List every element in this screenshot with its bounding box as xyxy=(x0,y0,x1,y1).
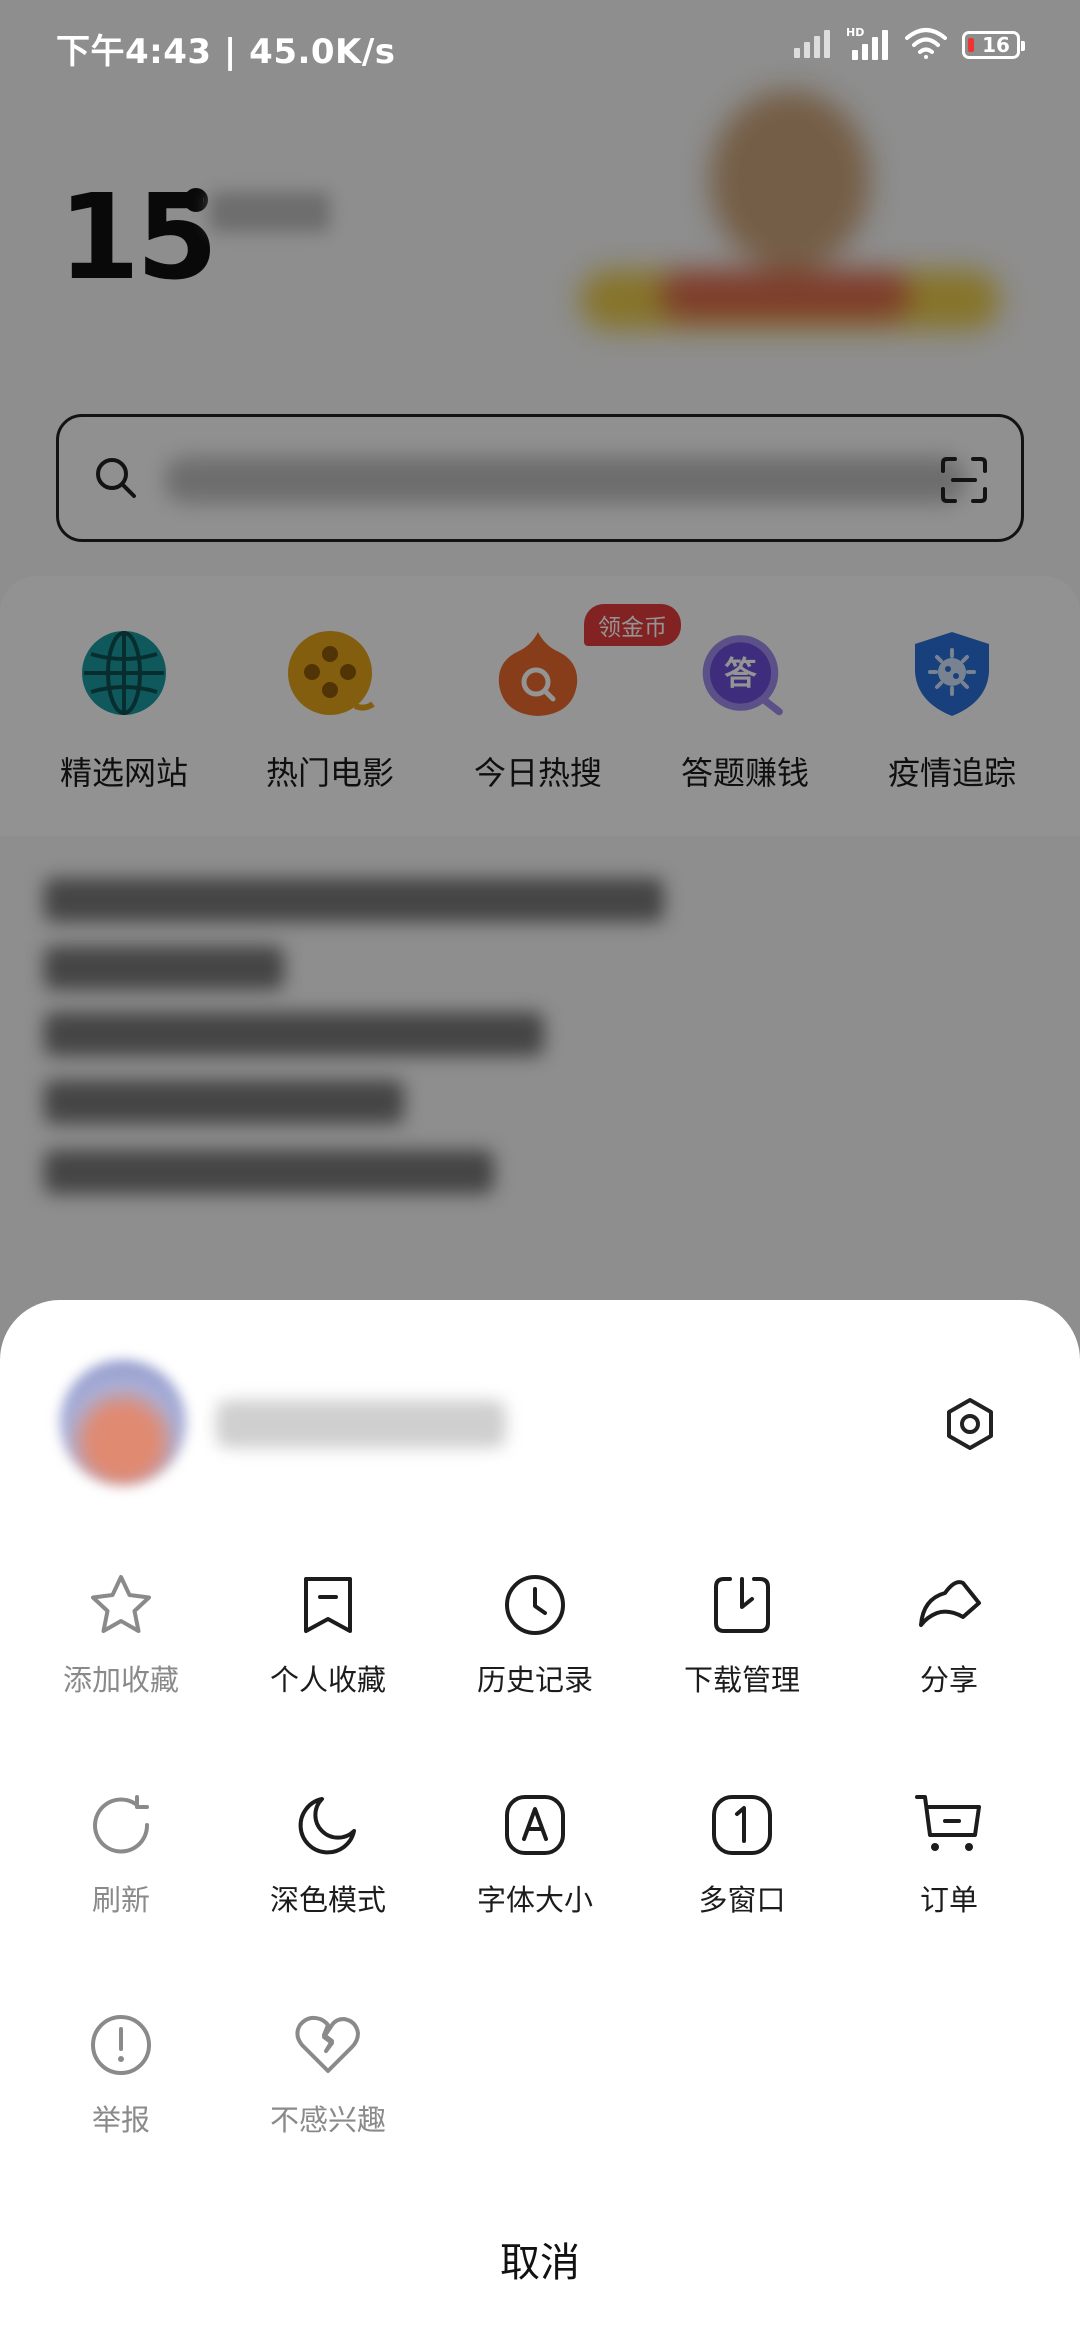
report-icon xyxy=(81,2005,161,2085)
broken-heart-icon xyxy=(288,2005,368,2085)
menu-item-label: 分享 xyxy=(919,1663,978,1697)
menu-item-label: 历史记录 xyxy=(476,1663,593,1697)
menu-item-multi-window[interactable]: 多窗口 xyxy=(638,1785,846,1919)
menu-item-download[interactable]: 下载管理 xyxy=(638,1565,846,1699)
refresh-icon xyxy=(81,1785,161,1865)
wifi-icon xyxy=(904,26,948,64)
menu-item-refresh[interactable]: 刷新 xyxy=(17,1785,225,1919)
menu-item-label: 举报 xyxy=(91,2103,150,2137)
avatar[interactable] xyxy=(60,1360,186,1486)
menu-item-label: 刷新 xyxy=(91,1883,150,1917)
more-menu-sheet: 添加收藏 个人收藏 历史记录 下载管理 分享 刷新 深色模式 字体大小 多窗口 订单 举报 不感兴趣 … xyxy=(0,1300,1080,2340)
menu-item-label: 字体大小 xyxy=(476,1883,593,1917)
bookmark-icon xyxy=(288,1565,368,1645)
menu-item-label: 添加收藏 xyxy=(62,1663,179,1697)
share-icon xyxy=(909,1565,989,1645)
menu-item-label: 下载管理 xyxy=(683,1663,800,1697)
menu-item-label: 深色模式 xyxy=(269,1883,386,1917)
signal-hd-icon: HD xyxy=(846,26,890,64)
settings-button[interactable] xyxy=(940,1394,1000,1454)
moon-icon xyxy=(288,1785,368,1865)
signal-icon xyxy=(794,28,832,62)
battery-level: 16 xyxy=(982,33,1010,57)
username-blurred[interactable] xyxy=(216,1400,506,1448)
font-size-icon xyxy=(495,1785,575,1865)
menu-item-report[interactable]: 举报 xyxy=(17,2005,225,2139)
menu-item-share[interactable]: 分享 xyxy=(845,1565,1053,1699)
cancel-button[interactable]: 取消 xyxy=(0,2230,1080,2288)
menu-item-label: 多窗口 xyxy=(698,1883,786,1917)
clock-icon xyxy=(495,1565,575,1645)
menu-item-star[interactable]: 添加收藏 xyxy=(17,1565,225,1699)
menu-item-label: 不感兴趣 xyxy=(269,2103,386,2137)
settings-hexagon-icon xyxy=(947,1398,993,1450)
menu-item-label: 订单 xyxy=(919,1883,978,1917)
star-icon xyxy=(81,1565,161,1645)
svg-text:HD: HD xyxy=(846,26,864,39)
download-icon xyxy=(702,1565,782,1645)
menu-item-cart[interactable]: 订单 xyxy=(845,1785,1053,1919)
menu-item-moon[interactable]: 深色模式 xyxy=(224,1785,432,1919)
menu-item-label: 个人收藏 xyxy=(269,1663,386,1697)
multi-window-icon xyxy=(702,1785,782,1865)
menu-item-broken-heart[interactable]: 不感兴趣 xyxy=(224,2005,432,2139)
status-bar: 下午4:43 | 45.0K/s HD 16 xyxy=(0,0,1080,100)
menu-item-font-size[interactable]: 字体大小 xyxy=(431,1785,639,1919)
menu-item-bookmark[interactable]: 个人收藏 xyxy=(224,1565,432,1699)
status-time-speed: 下午4:43 | 45.0K/s xyxy=(56,32,396,72)
cart-icon xyxy=(909,1785,989,1865)
menu-item-clock[interactable]: 历史记录 xyxy=(431,1565,639,1699)
battery-icon: 16 xyxy=(962,31,1025,59)
